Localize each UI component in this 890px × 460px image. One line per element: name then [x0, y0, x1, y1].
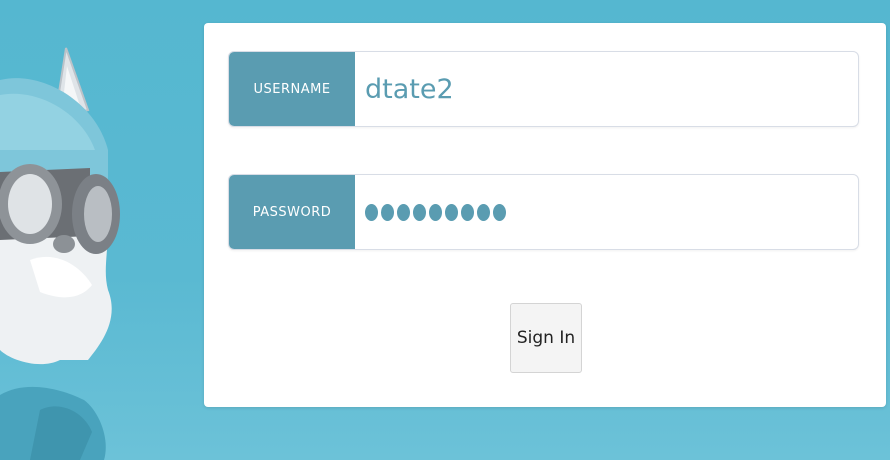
password-value[interactable]	[355, 175, 858, 249]
password-field[interactable]: PASSWORD	[228, 174, 859, 250]
password-mask-dot	[477, 203, 490, 221]
password-mask-dot	[493, 203, 506, 221]
password-mask-dot	[381, 203, 394, 221]
password-mask	[365, 203, 506, 221]
password-mask-dot	[429, 203, 442, 221]
password-label: PASSWORD	[229, 175, 355, 249]
password-mask-dot	[413, 203, 426, 221]
password-mask-dot	[445, 203, 458, 221]
password-mask-dot	[365, 203, 378, 221]
password-mask-dot	[397, 203, 410, 221]
username-value[interactable]: dtate2	[355, 52, 858, 126]
mascot-illustration	[0, 47, 120, 460]
login-panel: USERNAME dtate2 PASSWORD Sign In	[204, 23, 886, 407]
username-label: USERNAME	[229, 52, 355, 126]
sign-in-button[interactable]: Sign In	[510, 303, 582, 373]
username-field[interactable]: USERNAME dtate2	[228, 51, 859, 127]
password-mask-dot	[461, 203, 474, 221]
